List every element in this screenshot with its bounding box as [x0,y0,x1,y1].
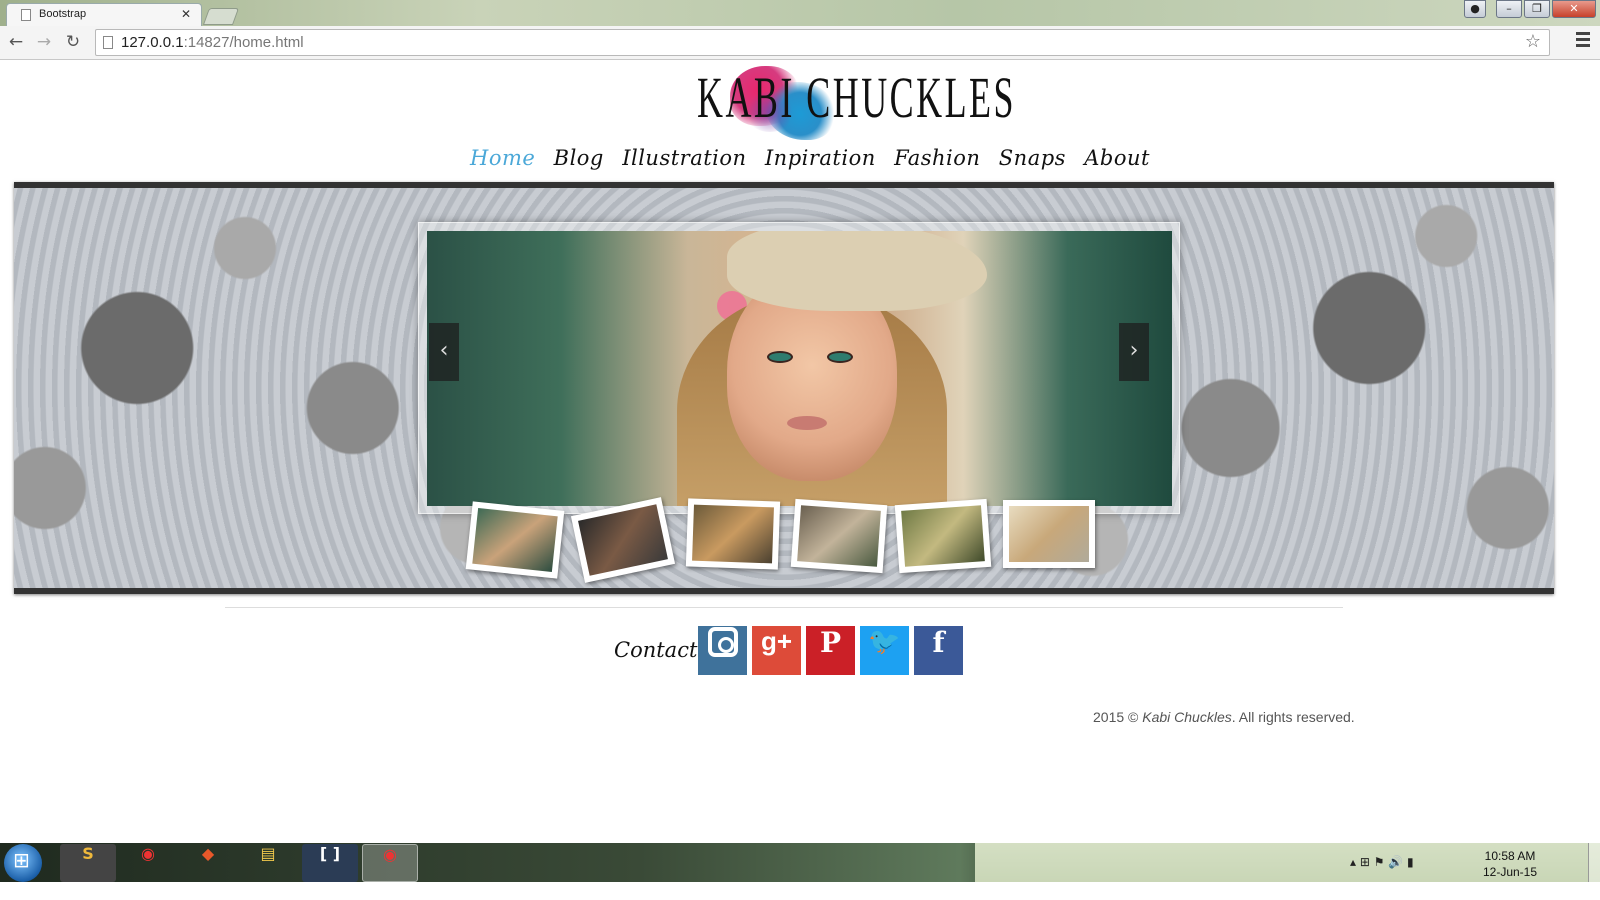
instagram-icon[interactable] [698,626,747,675]
thumbnail-strip [465,497,1109,583]
nav-snaps[interactable]: Snaps [999,146,1066,180]
slide-image [427,231,1172,506]
floral-banner: ‹ › [14,182,1554,594]
window-titlebar: Bootstrap ✕ ● – ❐ ✕ [0,0,1600,26]
window-controls: ● – ❐ ✕ [1464,0,1596,19]
slider-next-button[interactable]: › [1119,323,1149,381]
thumbnail[interactable] [465,501,565,579]
divider [225,607,1343,608]
address-bar[interactable]: 127.0.0.1:14827/home.html ☆ [95,29,1550,56]
nav-about[interactable]: About [1084,146,1150,180]
image-slider: ‹ › [418,222,1180,514]
minimize-button[interactable]: – [1496,0,1522,18]
nav-blog[interactable]: Blog [554,146,604,180]
tab-close-icon[interactable]: ✕ [181,7,191,21]
site-logo[interactable]: KABI CHUCKLES [640,62,1016,142]
reload-icon[interactable]: ↻ [61,30,85,54]
thumbnail[interactable] [894,498,992,574]
user-icon[interactable]: ● [1464,0,1486,18]
new-tab-button[interactable] [202,8,240,25]
contact-label: Contact [614,638,698,662]
twitter-icon[interactable]: 🐦 [860,626,909,675]
slider-prev-button[interactable]: ‹ [429,323,459,381]
nav-illustration[interactable]: Illustration [622,146,746,180]
pinterest-icon[interactable]: P [806,626,855,675]
google-plus-icon[interactable]: g+ [752,626,801,675]
facebook-icon[interactable]: f [914,626,963,675]
nav-fashion[interactable]: Fashion [894,146,980,180]
chrome-icon[interactable]: ◉ [120,844,176,882]
start-button[interactable] [4,844,42,882]
clock[interactable]: 10:58 AM 12-Jun-15 [1470,848,1550,880]
sublime-text-icon[interactable]: S [60,844,116,882]
browser-tab[interactable]: Bootstrap ✕ [6,3,202,26]
back-icon[interactable]: ← [4,30,28,54]
browser-toolbar: ← → ↻ 127.0.0.1:14827/home.html ☆ [0,26,1600,60]
folder-icon[interactable]: ▤ [240,844,296,882]
page-icon [21,9,31,21]
maximize-button[interactable]: ❐ [1524,0,1550,18]
git-icon[interactable]: ◆ [180,844,236,882]
thumbnail[interactable] [1003,500,1095,568]
system-tray[interactable]: ▴ ⊞ ⚑ 🔊 ▮ [1350,855,1414,869]
url-text[interactable]: 127.0.0.1:14827/home.html [121,34,304,51]
thumbnail[interactable] [570,497,676,583]
nav-inspiration[interactable]: Inpiration [765,146,876,180]
main-nav: Home Blog Illustration Inpiration Fashio… [470,146,1150,180]
thumbnail[interactable] [790,498,888,574]
close-window-button[interactable]: ✕ [1552,0,1596,18]
brackets-icon[interactable]: [ ] [302,844,358,882]
nav-home[interactable]: Home [470,146,535,180]
tab-title: Bootstrap [39,8,87,20]
bookmark-star-icon[interactable]: ☆ [1525,31,1541,52]
logo-text: KABI CHUCKLES [697,65,1016,130]
footer-copyright: 2015 © Kabi Chuckles. All rights reserve… [1093,709,1355,725]
show-desktop-button[interactable] [1588,843,1600,882]
page-icon [103,36,113,49]
thumbnail[interactable] [685,498,781,570]
menu-icon[interactable] [1576,32,1590,50]
forward-icon[interactable]: → [32,30,56,54]
chrome-active-icon[interactable]: ◉ [362,844,418,882]
